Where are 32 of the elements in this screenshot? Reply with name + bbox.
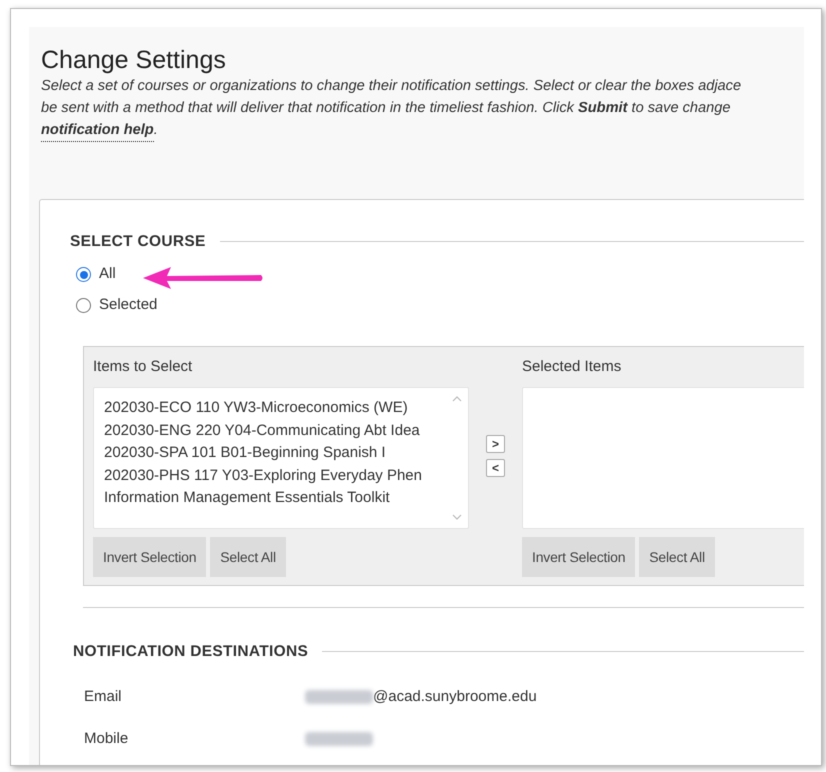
section-heading: SELECT COURSE — [70, 232, 206, 252]
move-button[interactable]: > — [486, 435, 505, 454]
list-label: Items to Select — [93, 357, 192, 378]
email-address: @acad.sunybroome.edu — [373, 686, 537, 706]
radio-button[interactable] — [76, 267, 91, 282]
blurred-redaction — [305, 732, 373, 746]
scroll-down-icon — [452, 514, 462, 520]
move-button[interactable]: < — [486, 459, 505, 478]
scroll-up-icon — [452, 396, 462, 402]
radio-label: All — [99, 264, 116, 284]
blurred-redaction — [305, 690, 373, 704]
help-link[interactable]: notification help — [41, 119, 154, 142]
action-button[interactable]: Select All — [639, 537, 715, 578]
description-text: Select a set of courses or organizations to change their notification settings. Select or clear the boxes adjace — [41, 77, 742, 96]
course-listbox[interactable] — [93, 387, 469, 530]
description-text: be sent with a method that will deliver that notification in the timeliest fashion. Click Submit to save change — [41, 99, 731, 118]
destination-label: Email — [84, 686, 123, 706]
list-option[interactable]: Information Management Essentials Toolkit — [104, 487, 390, 510]
section-heading: NOTIFICATION DESTINATIONS — [73, 642, 308, 662]
list-option[interactable]: 202030-ECO 110 YW3-Microeconomics (WE) — [104, 397, 408, 420]
action-button[interactable]: Invert Selection — [522, 537, 636, 578]
action-button[interactable]: Select All — [210, 537, 286, 578]
punctuation-text: . — [154, 121, 158, 140]
list-option[interactable]: 202030-PHS 117 Y03-Exploring Everyday Phen — [104, 464, 422, 488]
radio-label: Selected — [99, 294, 158, 315]
list-label: Selected Items — [522, 357, 622, 378]
radio-button[interactable] — [76, 298, 91, 312]
page-title: Change Settings — [41, 45, 227, 75]
list-option[interactable]: 202030-SPA 101 B01-Beginning Spanish I — [104, 442, 386, 465]
destination-label: Mobile — [84, 729, 130, 749]
action-button[interactable]: Invert Selection — [93, 537, 206, 578]
list-option[interactable]: 202030-ENG 220 Y04-Communicating Abt Idea — [104, 420, 420, 442]
